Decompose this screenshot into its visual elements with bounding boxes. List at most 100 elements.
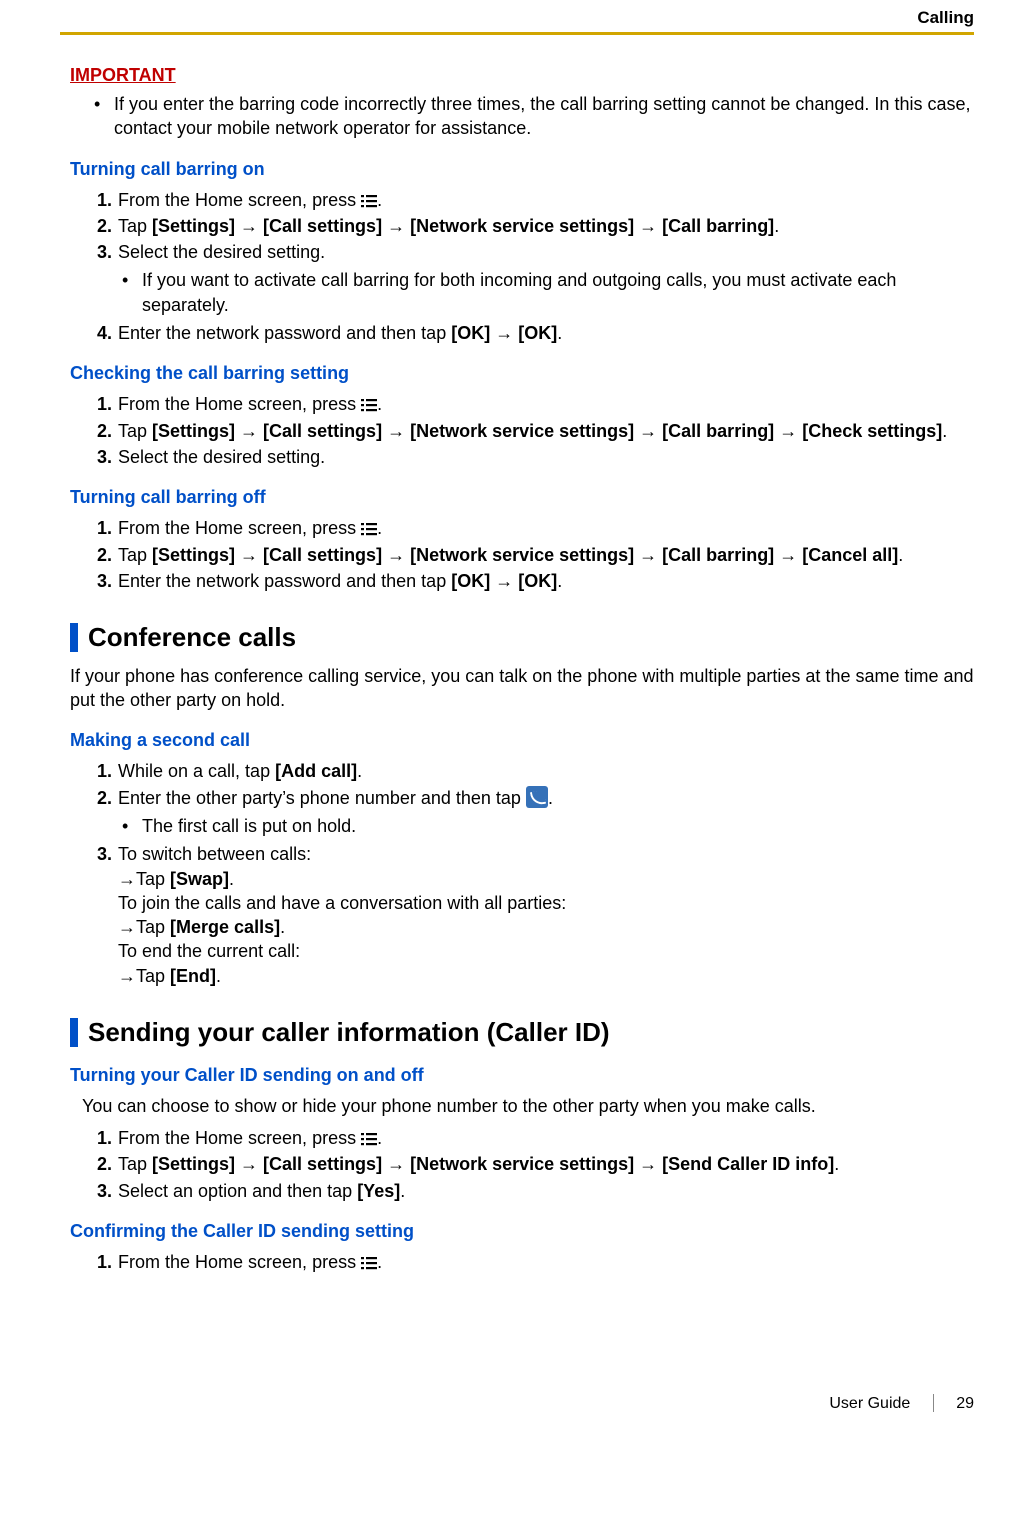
subhead-barring-off: Turning call barring off bbox=[70, 487, 974, 508]
arrow: → bbox=[490, 323, 518, 343]
arrow: → bbox=[382, 421, 410, 441]
menu-item: [Settings] bbox=[152, 421, 235, 441]
arrow: → bbox=[382, 216, 410, 236]
step: From the Home screen, press . bbox=[118, 392, 974, 416]
menu-item: [Settings] bbox=[152, 1154, 235, 1174]
menu-item: [Network service settings] bbox=[410, 545, 634, 565]
text: Tap bbox=[118, 545, 152, 565]
text: . bbox=[774, 216, 779, 236]
arrow: → bbox=[634, 216, 662, 236]
conf-intro: If your phone has conference calling ser… bbox=[70, 664, 974, 713]
step: From the Home screen, press . bbox=[118, 1250, 974, 1274]
text: . bbox=[377, 1252, 382, 1272]
step: Select the desired setting. bbox=[118, 445, 974, 469]
text: From the Home screen, press bbox=[118, 394, 361, 414]
cid-intro: You can choose to show or hide your phon… bbox=[82, 1094, 974, 1118]
arrow: → bbox=[235, 216, 263, 236]
menu-item: [OK] bbox=[518, 571, 557, 591]
menu-item: [OK] bbox=[451, 323, 490, 343]
subhead-second-call: Making a second call bbox=[70, 730, 974, 751]
text: To join the calls and have a conversatio… bbox=[118, 891, 974, 915]
step: Tap [Settings] → [Call settings] → [Netw… bbox=[118, 1152, 974, 1176]
arrow: → bbox=[774, 545, 802, 565]
step: Tap [Settings] → [Call settings] → [Netw… bbox=[118, 543, 974, 567]
text: . bbox=[280, 917, 285, 937]
menu-item: [Settings] bbox=[152, 216, 235, 236]
arrow: → bbox=[235, 545, 263, 565]
section-title-conference: Conference calls bbox=[70, 623, 974, 652]
text: . bbox=[216, 966, 221, 986]
text: . bbox=[377, 190, 382, 210]
arrow: → bbox=[634, 421, 662, 441]
text: . bbox=[400, 1181, 405, 1201]
page-footer: User Guide 29 bbox=[60, 1394, 974, 1413]
text: . bbox=[898, 545, 903, 565]
arrow: → bbox=[490, 571, 518, 591]
menu-item: [Call barring] bbox=[662, 216, 774, 236]
step: Enter the other party’s phone number and… bbox=[118, 786, 974, 839]
menu-list-icon bbox=[361, 398, 377, 412]
subhead-barring-on: Turning call barring on bbox=[70, 159, 974, 180]
sub-bullet: If you want to activate call barring for… bbox=[142, 268, 974, 317]
step: Select an option and then tap [Yes]. bbox=[118, 1179, 974, 1203]
text: Select an option and then tap bbox=[118, 1181, 357, 1201]
text: Enter the network password and then tap bbox=[118, 571, 451, 591]
menu-item: [Network service settings] bbox=[410, 216, 634, 236]
menu-item: [Call settings] bbox=[263, 545, 382, 565]
menu-list-icon bbox=[361, 1132, 377, 1146]
menu-item: [End] bbox=[170, 966, 216, 986]
menu-item: [Send Caller ID info] bbox=[662, 1154, 834, 1174]
text: →Tap bbox=[118, 869, 170, 889]
menu-item: [Yes] bbox=[357, 1181, 400, 1201]
menu-item: [Check settings] bbox=[802, 421, 942, 441]
arrow: → bbox=[774, 421, 802, 441]
text: To end the current call: bbox=[118, 939, 974, 963]
arrow: → bbox=[382, 1154, 410, 1174]
phone-call-icon bbox=[526, 786, 548, 808]
sub-bullet: The first call is put on hold. bbox=[142, 814, 974, 838]
step: Tap [Settings] → [Call settings] → [Netw… bbox=[118, 419, 974, 443]
menu-item: [Network service settings] bbox=[410, 421, 634, 441]
text: . bbox=[557, 323, 562, 343]
menu-item: [Swap] bbox=[170, 869, 229, 889]
menu-list-icon bbox=[361, 194, 377, 208]
step: While on a call, tap [Add call]. bbox=[118, 759, 974, 783]
menu-item: [Add call] bbox=[275, 761, 357, 781]
subhead-barring-check: Checking the call barring setting bbox=[70, 363, 974, 384]
text: Enter the other party’s phone number and… bbox=[118, 788, 526, 808]
step: From the Home screen, press . bbox=[118, 516, 974, 540]
step: Select the desired setting. If you want … bbox=[118, 240, 974, 317]
section-title-callerid: Sending your caller information (Caller … bbox=[70, 1018, 974, 1047]
text: →Tap bbox=[118, 917, 170, 937]
menu-item: [Call settings] bbox=[263, 1154, 382, 1174]
text: . bbox=[557, 571, 562, 591]
step: From the Home screen, press . bbox=[118, 188, 974, 212]
step: Enter the network password and then tap … bbox=[118, 569, 974, 593]
subhead-callerid-onoff: Turning your Caller ID sending on and of… bbox=[70, 1065, 974, 1086]
text: Tap bbox=[118, 1154, 152, 1174]
text: →Tap bbox=[118, 966, 170, 986]
arrow: → bbox=[382, 545, 410, 565]
important-bullet: If you enter the barring code incorrectl… bbox=[114, 92, 974, 141]
menu-item: [OK] bbox=[451, 571, 490, 591]
arrow: → bbox=[634, 545, 662, 565]
arrow: → bbox=[634, 1154, 662, 1174]
menu-item: [Call settings] bbox=[263, 421, 382, 441]
step: From the Home screen, press . bbox=[118, 1126, 974, 1150]
text: From the Home screen, press bbox=[118, 1128, 361, 1148]
subhead-callerid-confirm: Confirming the Caller ID sending setting bbox=[70, 1221, 974, 1242]
page-header-section: Calling bbox=[60, 0, 974, 32]
step: Enter the network password and then tap … bbox=[118, 321, 974, 345]
footer-guide: User Guide bbox=[829, 1395, 910, 1412]
arrow: → bbox=[235, 421, 263, 441]
text: From the Home screen, press bbox=[118, 190, 361, 210]
text: Select the desired setting. bbox=[118, 242, 325, 262]
text: While on a call, tap bbox=[118, 761, 275, 781]
menu-item: [Settings] bbox=[152, 545, 235, 565]
menu-item: [OK] bbox=[518, 323, 557, 343]
text: . bbox=[377, 1128, 382, 1148]
step: Tap [Settings] → [Call settings] → [Netw… bbox=[118, 214, 974, 238]
footer-page-number: 29 bbox=[956, 1395, 974, 1412]
menu-list-icon bbox=[361, 522, 377, 536]
menu-item: [Call settings] bbox=[263, 216, 382, 236]
